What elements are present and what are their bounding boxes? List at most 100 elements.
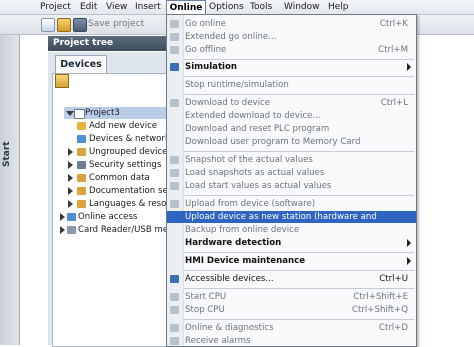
tree-item-add-device[interactable]: Add new device <box>64 120 170 132</box>
save-project-button[interactable]: Save project <box>88 19 144 29</box>
menu-item-go-offline[interactable]: Go offline Ctrl+M <box>167 44 416 56</box>
shield-icon <box>77 161 86 169</box>
new-project-icon[interactable] <box>41 18 55 32</box>
menu-insert[interactable]: Insert <box>135 1 161 13</box>
menu-separator <box>184 195 414 196</box>
add-device-icon <box>77 122 86 130</box>
menu-item-extended-go-online[interactable]: Extended go online... <box>167 31 416 43</box>
expand-icon[interactable] <box>68 161 73 169</box>
menu-item-label: Go offline <box>185 45 227 55</box>
expand-icon[interactable] <box>60 226 65 234</box>
folder-icon <box>77 174 86 182</box>
menu-item-simulation[interactable]: Simulation <box>167 61 416 73</box>
menu-item-accessible-devices[interactable]: Accessible devices... Ctrl+U <box>167 273 416 285</box>
menu-item-label: Go online <box>185 19 226 29</box>
menu-item-upload-new-station[interactable]: Upload device as new station (hardware a… <box>167 211 416 234</box>
menu-separator <box>184 252 414 253</box>
start-label[interactable]: Start <box>2 139 16 169</box>
menu-online[interactable]: Online <box>166 0 206 15</box>
tree-item-label: Add new device <box>89 121 158 131</box>
tree-item-label: Card Reader/USB memory <box>78 225 170 235</box>
menu-item-label: Upload from device (software) <box>185 199 316 209</box>
menu-item-label: Backup from online device <box>185 225 300 235</box>
menu-item-load-start-values[interactable]: Load start values as actual values <box>167 180 416 192</box>
tree-item-security[interactable]: Security settings <box>64 159 170 171</box>
save-icon[interactable] <box>73 18 87 32</box>
tree-item-documentation[interactable]: Documentation settings <box>64 185 170 197</box>
collapse-icon[interactable] <box>66 111 74 116</box>
expand-icon[interactable] <box>68 174 73 182</box>
menu-item-label: Simulation <box>185 62 238 72</box>
menu-item-extended-download[interactable]: Extended download to device... <box>167 110 416 122</box>
tree-item-ungrouped[interactable]: Ungrouped devices <box>64 146 170 158</box>
menu-item-download-memory-card[interactable]: Download user program to Memory Card <box>167 136 416 148</box>
submenu-arrow-icon <box>407 63 411 71</box>
menu-item-shortcut: Ctrl+M <box>378 45 408 55</box>
tree-item-online-access[interactable]: Online access <box>58 211 170 223</box>
menu-view[interactable]: View <box>106 1 127 13</box>
menu-separator <box>184 319 414 320</box>
menu-item-label: Download to device <box>185 98 271 108</box>
menu-item-stop-cpu[interactable]: Stop CPU Ctrl+Shift+Q <box>167 304 416 316</box>
snapshot-icon <box>170 156 179 164</box>
expand-icon[interactable] <box>68 148 73 156</box>
tree-item-label: Devices & networks <box>89 134 170 144</box>
tree-item-common-data[interactable]: Common data <box>64 172 170 184</box>
devices-tab[interactable]: Devices <box>55 55 107 73</box>
menu-item-label: Load start values as actual values <box>185 181 332 191</box>
menu-item-label: Stop CPU <box>185 305 225 315</box>
menu-edit[interactable]: Edit <box>80 1 97 13</box>
menu-item-backup[interactable]: Backup from online device <box>167 224 416 236</box>
menu-item-load-snapshots[interactable]: Load snapshots as actual values <box>167 167 416 179</box>
show-overview-icon[interactable] <box>55 74 69 88</box>
tree-item-project[interactable]: Project3 <box>64 107 170 119</box>
menu-item-receive-alarms[interactable]: Receive alarms <box>167 335 416 346</box>
download-icon <box>170 99 179 107</box>
menu-item-label: Online & diagnostics <box>185 323 274 333</box>
tree-item-label: Documentation settings <box>89 186 170 196</box>
tree-item-label: Online access <box>78 212 138 222</box>
menu-item-hmi-maintenance[interactable]: HMI Device maintenance <box>167 255 416 267</box>
menu-item-label: Load snapshots as actual values <box>185 168 325 178</box>
expand-icon[interactable] <box>68 200 73 208</box>
open-project-icon[interactable] <box>57 18 71 32</box>
expand-icon[interactable] <box>60 213 65 221</box>
tree-item-languages[interactable]: Languages & resources <box>64 198 170 210</box>
menu-separator <box>184 288 414 289</box>
accessible-devices-icon <box>170 275 179 283</box>
menu-item-label: Hardware detection <box>185 238 282 248</box>
menu-item-go-online[interactable]: Go online Ctrl+K <box>167 18 416 30</box>
folder-icon <box>77 187 86 195</box>
upload-icon <box>170 200 179 208</box>
menu-item-download-to-device[interactable]: Download to device Ctrl+L <box>167 97 416 109</box>
go-online-icon <box>170 20 179 28</box>
menu-help[interactable]: Help <box>328 1 349 13</box>
tree-item-label: Security settings <box>89 160 162 170</box>
start-portal-strip[interactable]: Start <box>0 35 20 345</box>
folder-icon <box>77 148 86 156</box>
expand-icon[interactable] <box>68 187 73 195</box>
menu-item-snapshot[interactable]: Snapshot of the actual values <box>167 154 416 166</box>
menu-item-shortcut: Ctrl+Shift+E <box>353 292 408 302</box>
menu-tools[interactable]: Tools <box>250 1 272 13</box>
menu-item-hardware-detection[interactable]: Hardware detection <box>167 237 416 249</box>
menu-item-label: Extended download to device... <box>185 111 321 121</box>
menu-item-download-reset[interactable]: Download and reset PLC program <box>167 123 416 135</box>
go-offline-icon <box>170 46 179 54</box>
online-access-icon <box>67 213 76 221</box>
submenu-arrow-icon <box>407 257 411 265</box>
menu-item-start-cpu[interactable]: Start CPU Ctrl+Shift+E <box>167 291 416 303</box>
menu-item-shortcut: Ctrl+K <box>379 19 408 29</box>
tree-item-label: Languages & resources <box>89 199 170 209</box>
tree-item-card-reader[interactable]: Card Reader/USB memory <box>58 224 170 236</box>
menu-item-stop-runtime[interactable]: Stop runtime/simulation <box>167 79 416 91</box>
stop-cpu-icon <box>170 306 179 314</box>
menu-project[interactable]: Project <box>40 1 71 13</box>
menu-item-label: Accessible devices... <box>185 274 274 284</box>
menu-item-upload-software[interactable]: Upload from device (software) <box>167 198 416 210</box>
tree-item-devices-networks[interactable]: Devices & networks <box>64 133 170 145</box>
menu-item-online-diagnostics[interactable]: Online & diagnostics Ctrl+D <box>167 322 416 334</box>
menu-window[interactable]: Window <box>284 1 320 13</box>
menu-item-label: Extended go online... <box>185 32 277 42</box>
menu-options[interactable]: Options <box>209 1 244 13</box>
